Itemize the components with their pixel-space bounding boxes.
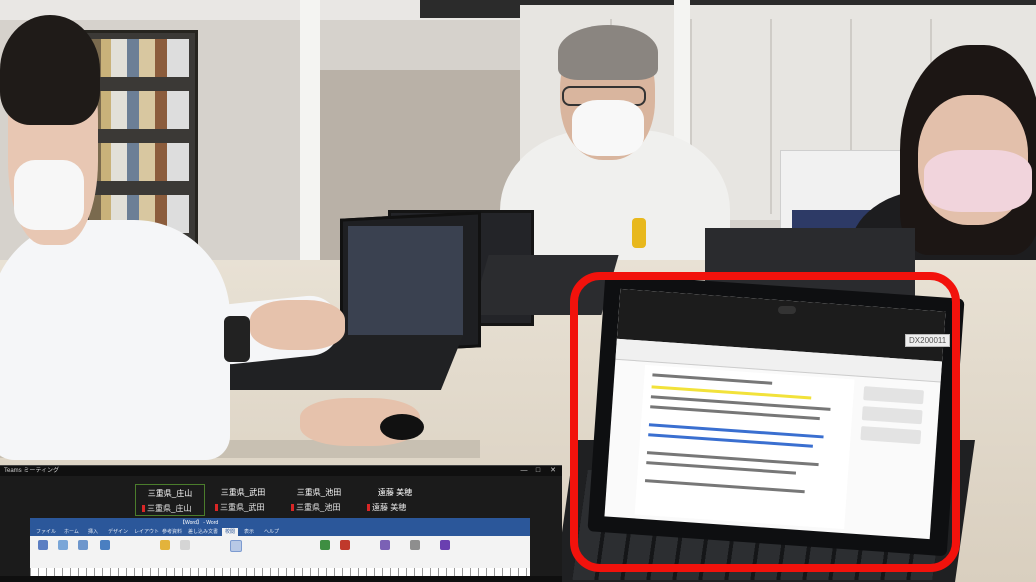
word-ribbon-tabs: ファイル ホーム 挿入 デザイン レイアウト 参考資料 差し込み文書 校閲 表示… [30, 528, 530, 536]
translate-icon[interactable] [100, 540, 110, 550]
face-mask [14, 160, 84, 230]
participant-tile[interactable]: 遠藤 美穂 遠藤 美穂 [361, 484, 429, 514]
tab-file[interactable]: ファイル [36, 528, 56, 536]
close-icon[interactable]: ✕ [547, 466, 559, 476]
young-man-hair [0, 15, 100, 125]
participant-label: 三重県_武田 [215, 502, 264, 513]
mic-muted-icon [215, 504, 218, 511]
face-mask [572, 100, 644, 156]
tab-view[interactable]: 表示 [244, 528, 254, 536]
window-titlebar: Teams ミーティング — □ ✕ [0, 466, 562, 476]
participant-label: 遠藤 美穂 [367, 502, 406, 513]
tab-review[interactable]: 校閲 [222, 528, 239, 536]
shelf-row [89, 39, 189, 77]
participant-name: 遠藤 美穂 [377, 488, 413, 497]
word-document-title: 【Word】 - Word [180, 520, 219, 526]
tab-home[interactable]: ホーム [64, 528, 79, 536]
word-titlebar: 【Word】 - Word [30, 518, 530, 528]
meeting-window-inset: Teams ミーティング — □ ✕ 三重県_庄山 三重県_庄山 三重県_武田 … [0, 466, 562, 582]
tab-help[interactable]: ヘルプ [264, 528, 279, 536]
participant-label-text: 三重県_池田 [296, 503, 341, 512]
participant-name: 三重県_池田 [296, 488, 342, 497]
thesaurus-icon[interactable] [58, 540, 68, 550]
tab-layout[interactable]: レイアウト [134, 528, 159, 536]
word-ribbon [30, 536, 530, 569]
shelf-row [89, 143, 189, 181]
delete-comment-icon[interactable] [180, 540, 190, 550]
onenote-icon[interactable] [440, 540, 450, 550]
mic-muted-icon [367, 504, 370, 511]
tab-insert[interactable]: 挿入 [88, 528, 98, 536]
protect-icon[interactable] [410, 540, 420, 550]
participant-name: 三重県_庄山 [147, 489, 193, 498]
mic-muted-icon [291, 504, 294, 511]
red-highlight-frame [570, 272, 960, 572]
id-badge [632, 218, 646, 248]
participant-label: 三重県_池田 [291, 502, 340, 513]
tab-references[interactable]: 参考資料 [162, 528, 182, 536]
window-title: Teams ミーティング [4, 468, 59, 474]
laptop-display [348, 226, 463, 336]
track-changes-icon[interactable] [230, 540, 242, 552]
tab-mailings[interactable]: 差し込み文書 [188, 528, 218, 536]
young-man-shirt [0, 220, 230, 460]
new-comment-icon[interactable] [160, 540, 170, 550]
tab-design[interactable]: デザイン [108, 528, 128, 536]
spelling-icon[interactable] [38, 540, 48, 550]
participant-label-text: 三重県_庄山 [147, 504, 192, 513]
participant-tile[interactable]: 三重県_庄山 三重県_庄山 [135, 484, 205, 516]
reject-icon[interactable] [340, 540, 350, 550]
participant-strip: 三重県_庄山 三重県_庄山 三重県_武田 三重県_武田 三重県_池田 三重県_池… [135, 484, 435, 516]
participant-label: 三重県_庄山 [142, 503, 191, 514]
participant-name: 三重県_武田 [220, 488, 266, 497]
word-count-icon[interactable] [78, 540, 88, 550]
participant-tile[interactable]: 三重県_池田 三重県_池田 [285, 484, 353, 514]
taskbar [0, 576, 562, 582]
accept-icon[interactable] [320, 540, 330, 550]
participant-label-text: 遠藤 美穂 [372, 503, 407, 512]
man-hair [558, 25, 658, 80]
face-mask [924, 150, 1032, 212]
acrylic-divider-frame [300, 0, 320, 290]
minimize-icon[interactable]: — [518, 466, 530, 476]
smartwatch [224, 316, 250, 362]
maximize-icon[interactable]: □ [532, 466, 544, 476]
mouse [380, 414, 424, 440]
participant-label-text: 三重県_武田 [220, 503, 265, 512]
participant-tile[interactable]: 三重県_武田 三重県_武田 [209, 484, 277, 514]
shelf-row [89, 91, 189, 129]
mic-muted-icon [142, 505, 145, 512]
compare-icon[interactable] [380, 540, 390, 550]
hand [250, 300, 345, 350]
